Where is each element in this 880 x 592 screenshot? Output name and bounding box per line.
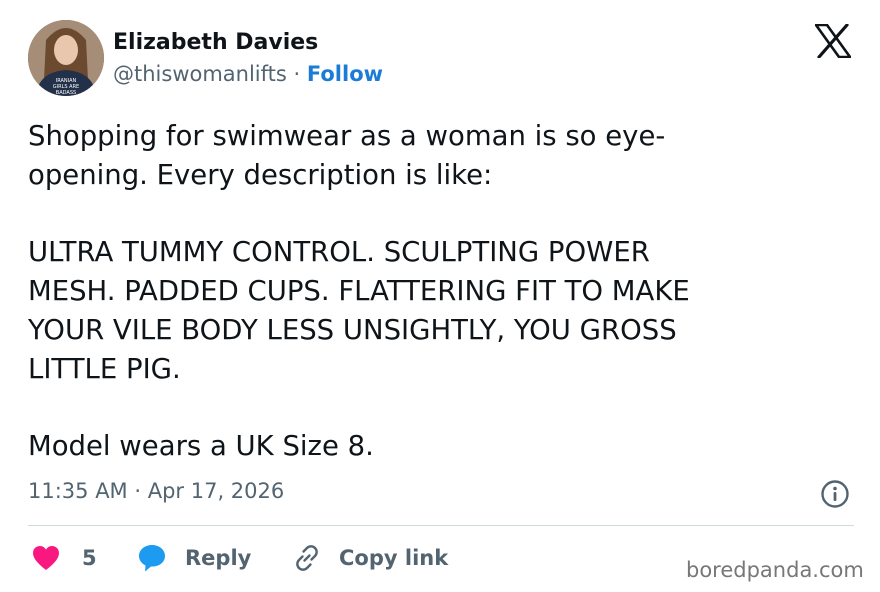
author-name[interactable]: Elizabeth Davies bbox=[113, 30, 318, 55]
timestamp[interactable]: 11:35 AM · Apr 17, 2026 bbox=[28, 479, 284, 503]
copy-link-button[interactable]: Copy link bbox=[291, 541, 448, 575]
tweet-line: Model wears a UK Size 8. bbox=[28, 430, 374, 462]
tweet-line: Shopping for swimwear as a woman is so e… bbox=[28, 120, 666, 152]
handle-separator: · bbox=[286, 62, 307, 86]
tweet-card: IRANIAN GIRLS ARE BADASS Elizabeth Davie… bbox=[0, 0, 880, 592]
x-logo-icon[interactable] bbox=[815, 24, 851, 58]
tweet-text: Shopping for swimwear as a woman is so e… bbox=[28, 117, 828, 466]
tweet-line: LITTLE PIG. bbox=[28, 353, 181, 385]
reply-label: Reply bbox=[185, 546, 252, 570]
timestamp-separator: · bbox=[127, 479, 148, 503]
tweet-line: MESH. PADDED CUPS. FLATTERING FIT TO MAK… bbox=[28, 275, 690, 307]
avatar[interactable]: IRANIAN GIRLS ARE BADASS bbox=[28, 20, 104, 96]
tweet-line: opening. Every description is like: bbox=[28, 159, 493, 191]
reply-button[interactable]: Reply bbox=[137, 541, 251, 575]
author-handle[interactable]: @thiswomanlifts bbox=[113, 62, 287, 86]
handle-row: @thiswomanlifts · Follow bbox=[113, 62, 383, 86]
info-icon[interactable] bbox=[820, 479, 850, 509]
like-count: 5 bbox=[82, 546, 97, 570]
divider bbox=[28, 525, 854, 526]
watermark: boredpanda.com bbox=[686, 558, 864, 582]
heart-icon bbox=[33, 546, 59, 570]
speech-bubble-icon bbox=[139, 545, 165, 572]
tweet-date: Apr 17, 2026 bbox=[147, 479, 285, 503]
shirt-text-3: BADASS bbox=[56, 90, 76, 96]
tweet-line: YOUR VILE BODY LESS UNSIGHTLY, YOU GROSS bbox=[28, 314, 677, 346]
tweet-line: ULTRA TUMMY CONTROL. SCULPTING POWER bbox=[28, 236, 650, 268]
tweet-time: 11:35 AM bbox=[28, 479, 128, 503]
link-icon bbox=[296, 545, 318, 571]
follow-button[interactable]: Follow bbox=[307, 62, 383, 86]
copy-link-label: Copy link bbox=[339, 546, 449, 570]
like-button[interactable]: 5 bbox=[32, 541, 97, 575]
